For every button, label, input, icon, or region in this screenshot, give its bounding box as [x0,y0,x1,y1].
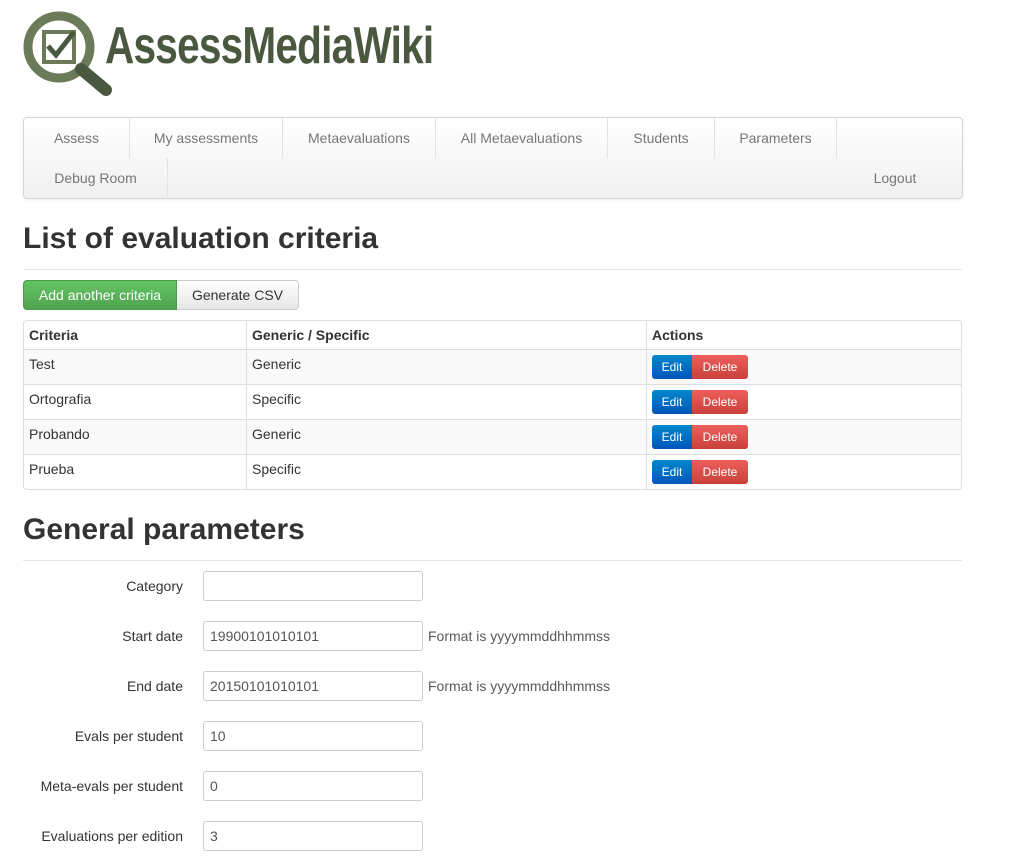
criteria-title: List of evaluation criteria [23,222,379,255]
start-date-input[interactable] [203,621,423,651]
table-row: Prueba Specific Edit Delete [24,454,961,489]
divider [23,269,962,270]
edit-button[interactable]: Edit [652,390,692,414]
nav-item-debug-room[interactable]: Debug Room [24,158,168,198]
column-header-type: Generic / Specific [246,321,646,349]
type-cell: Generic [246,349,646,384]
actions-cell: Edit Delete [646,349,961,384]
type-cell: Specific [246,384,646,419]
edit-button[interactable]: Edit [652,460,692,484]
type-cell: Generic [246,419,646,454]
criteria-cell: Test [24,349,246,384]
divider [23,560,962,561]
evals-per-student-input[interactable] [203,721,423,751]
delete-button[interactable]: Delete [692,355,748,379]
nav-item-parameters[interactable]: Parameters [715,118,837,158]
table-row: Test Generic Edit Delete [24,349,961,384]
table-header-row: Criteria Generic / Specific Actions [24,321,961,349]
actions-cell: Edit Delete [646,419,961,454]
column-header-actions: Actions [646,321,961,349]
end-date-input[interactable] [203,671,423,701]
meta-evals-per-student-input[interactable] [203,771,423,801]
nav-item-metaevaluations[interactable]: Metaevaluations [283,118,436,158]
category-input[interactable] [203,571,423,601]
add-criteria-button[interactable]: Add another criteria [23,280,177,310]
nav-item-students[interactable]: Students [608,118,715,158]
parameters-title: General parameters [23,513,305,546]
delete-button[interactable]: Delete [692,425,748,449]
magnifier-check-icon [23,11,112,96]
main-navbar: Assess My assessments Metaevaluations Al… [23,117,963,199]
nav-item-assess[interactable]: Assess [24,118,130,158]
table-row: Ortografia Specific Edit Delete [24,384,961,419]
table-row: Probando Generic Edit Delete [24,419,961,454]
criteria-table: Criteria Generic / Specific Actions Test… [23,320,962,490]
category-label: Category [126,578,183,594]
end-date-label: End date [126,678,183,694]
logo: AssessMediaWiki [22,10,434,96]
end-date-help: Format is yyyymmddhhmmss [428,678,611,694]
evaluations-per-edition-input[interactable] [203,821,423,851]
edit-button[interactable]: Edit [652,355,692,379]
start-date-help: Format is yyyymmddhhmmss [428,628,611,644]
delete-button[interactable]: Delete [692,460,748,484]
nav-item-logout[interactable]: Logout [854,158,936,198]
nav-item-my-assessments[interactable]: My assessments [130,118,283,158]
column-header-criteria: Criteria [29,327,79,343]
delete-button[interactable]: Delete [692,390,748,414]
start-date-label: Start date [122,628,183,644]
logo-text: AssessMediaWiki [105,17,434,75]
actions-cell: Edit Delete [646,384,961,419]
evals-per-student-label: Evals per student [74,728,183,744]
actions-cell: Edit Delete [646,454,961,489]
type-cell: Specific [246,454,646,489]
nav-item-all-metaevaluations[interactable]: All Metaevaluations [436,118,608,158]
edit-button[interactable]: Edit [652,425,692,449]
generate-csv-button[interactable]: Generate CSV [177,280,299,310]
criteria-cell: Prueba [24,454,246,489]
meta-evals-per-student-label: Meta-evals per student [40,778,183,794]
criteria-cell: Ortografia [24,384,246,419]
evaluations-per-edition-label: Evaluations per edition [41,828,183,844]
criteria-cell: Probando [24,419,246,454]
